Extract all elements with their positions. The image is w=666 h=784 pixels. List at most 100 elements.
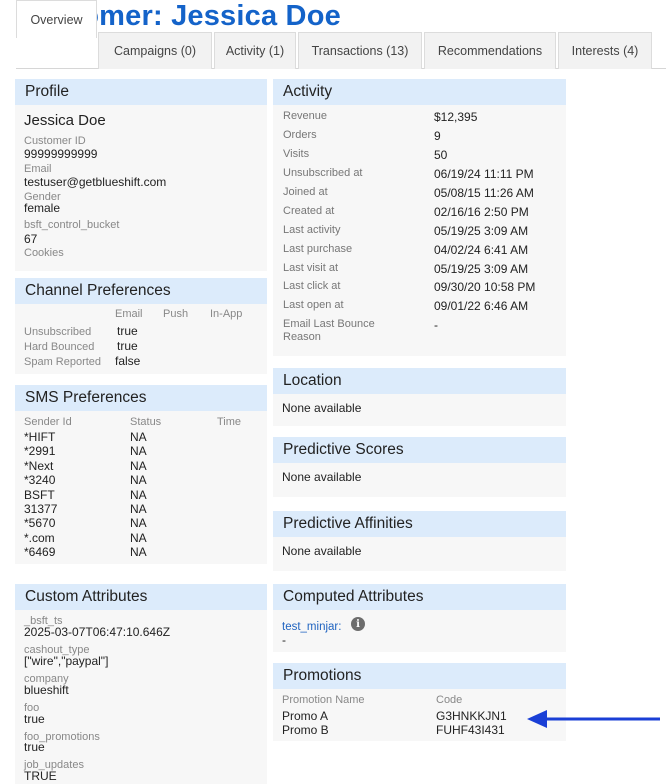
- activity-value: -: [434, 318, 438, 332]
- activity-panel: Activity Revenue $12,395 Orders 9 Visits 50…: [273, 79, 566, 356]
- profile-field-label: Email: [24, 163, 52, 175]
- column-header-status: Status: [130, 416, 162, 428]
- promotion-code: FUHF43I431: [436, 723, 505, 737]
- column-header-promotion-name: Promotion Name: [282, 694, 365, 706]
- custom-attributes-heading: Custom Attributes: [15, 584, 267, 610]
- profile-field-value: 67: [24, 232, 38, 246]
- activity-label: Created at: [283, 205, 335, 217]
- row-label: Hard Bounced: [24, 341, 95, 353]
- column-header-email: Email: [115, 308, 143, 320]
- tab-overview[interactable]: Overview: [16, 0, 97, 38]
- activity-label: Last open at: [283, 299, 344, 311]
- computed-attributes-panel: Computed Attributes test_minjar: i -: [273, 584, 566, 652]
- attribute-value: TRUE: [24, 769, 57, 783]
- attribute-value: 2025-03-07T06:47:10.646Z: [24, 625, 171, 639]
- predictive-scores-panel: Predictive Scores None available: [273, 437, 566, 497]
- promotions-panel: Promotions Promotion Name Code Promo A G…: [273, 663, 566, 741]
- promotions-heading: Promotions: [273, 663, 566, 689]
- profile-field-label: Customer ID: [24, 135, 86, 147]
- column-header-in-app: In-App: [210, 308, 243, 320]
- channel-preferences-panel: Channel Preferences Email Push In-App Un…: [15, 278, 267, 374]
- tab-activity[interactable]: Activity (1): [214, 32, 296, 69]
- sms-sender: *Next: [24, 459, 54, 473]
- location-panel: Location None available: [273, 368, 566, 426]
- activity-label: Revenue: [283, 110, 328, 122]
- row-value-email: true: [117, 324, 138, 338]
- channel-preferences-heading: Channel Preferences: [15, 278, 267, 304]
- profile-field-value: testuser@getblueshift.com: [24, 175, 167, 189]
- activity-label: Unsubscribed at: [283, 167, 363, 179]
- activity-value: 02/16/16 2:50 PM: [434, 205, 529, 219]
- activity-label: Visits: [283, 148, 310, 160]
- sms-sender: *6469: [24, 545, 56, 559]
- predictive-affinities-heading: Predictive Affinities: [273, 511, 566, 537]
- profile-name: Jessica Doe: [24, 112, 106, 129]
- location-heading: Location: [273, 368, 566, 394]
- attribute-value: blueshift: [24, 683, 69, 697]
- activity-value: 04/02/24 6:41 AM: [434, 243, 529, 257]
- activity-label: Email Last Bounce Reason: [283, 318, 375, 343]
- tab-recommendations[interactable]: Recommendations: [424, 32, 556, 69]
- activity-label: Last visit at: [283, 262, 339, 274]
- activity-value: 09/01/22 6:46 AM: [434, 299, 529, 313]
- predictive-affinities-panel: Predictive Affinities None available: [273, 511, 566, 571]
- sms-status: NA: [130, 459, 147, 473]
- sms-status: NA: [130, 545, 147, 559]
- activity-value: 09/30/20 10:58 PM: [434, 280, 536, 294]
- activity-value: 05/19/25 3:09 AM: [434, 224, 529, 238]
- activity-value: 06/19/24 11:11 PM: [434, 167, 534, 181]
- column-header-push: Push: [163, 308, 189, 320]
- row-label: Spam Reported: [24, 356, 102, 368]
- activity-label: Joined at: [283, 186, 328, 198]
- tab-campaigns[interactable]: Campaigns (0): [98, 32, 212, 69]
- attribute-value: ["wire","paypal"]: [24, 654, 109, 668]
- activity-value: 05/08/15 11:26 AM: [434, 186, 534, 200]
- sms-status: NA: [130, 531, 147, 545]
- activity-label: Last activity: [283, 224, 341, 236]
- sms-status: NA: [130, 516, 147, 530]
- attribute-value: true: [24, 712, 45, 726]
- activity-value: 05/19/25 3:09 AM: [434, 262, 529, 276]
- computed-attribute-link[interactable]: test_minjar:: [282, 621, 341, 633]
- predictive-affinities-empty-text: None available: [282, 544, 362, 558]
- predictive-scores-heading: Predictive Scores: [273, 437, 566, 463]
- custom-attributes-panel: Custom Attributes _bsft_ts 2025-03-07T06…: [15, 584, 267, 784]
- tab-interests[interactable]: Interests (4): [558, 32, 652, 69]
- predictive-scores-empty-text: None available: [282, 470, 362, 484]
- sms-status: NA: [130, 473, 147, 487]
- sms-status: NA: [130, 444, 147, 458]
- attribute-value: true: [24, 740, 45, 754]
- activity-heading: Activity: [273, 79, 566, 105]
- activity-value: $12,395: [434, 110, 478, 124]
- sms-sender: 31377: [24, 502, 58, 516]
- sms-status: NA: [130, 430, 147, 444]
- sms-status: NA: [130, 502, 147, 516]
- row-value-email: true: [117, 339, 138, 353]
- profile-panel: Profile Jessica Doe Customer ID 99999999…: [15, 79, 267, 271]
- info-icon[interactable]: i: [351, 617, 365, 631]
- profile-field-value: female: [24, 201, 61, 215]
- activity-label: Last click at: [283, 280, 341, 292]
- sms-sender: BSFT: [24, 488, 55, 502]
- arrow-left-icon: [527, 710, 660, 728]
- profile-field-label: bsft_control_bucket: [24, 219, 120, 231]
- row-value-email: false: [115, 354, 141, 368]
- sms-sender: *2991: [24, 444, 56, 458]
- profile-field-value: 99999999999: [24, 147, 98, 161]
- sms-sender: *HIFT: [24, 430, 56, 444]
- computed-attribute-value: -: [282, 633, 286, 647]
- activity-value: 9: [434, 129, 441, 143]
- column-header-sender-id: Sender Id: [24, 416, 72, 428]
- column-header-code: Code: [436, 694, 463, 706]
- promotion-code: G3HNKKJN1: [436, 709, 507, 723]
- activity-value: 50: [434, 148, 448, 162]
- sms-sender: *.com: [24, 531, 55, 545]
- activity-label: Last purchase: [283, 243, 353, 255]
- sms-preferences-heading: SMS Preferences: [15, 385, 267, 411]
- sms-status: NA: [130, 488, 147, 502]
- row-label: Unsubscribed: [24, 326, 92, 338]
- sms-sender: *5670: [24, 516, 56, 530]
- tab-transactions[interactable]: Transactions (13): [298, 32, 422, 69]
- promotion-name: Promo A: [282, 709, 329, 723]
- profile-field-label: Cookies: [24, 247, 64, 259]
